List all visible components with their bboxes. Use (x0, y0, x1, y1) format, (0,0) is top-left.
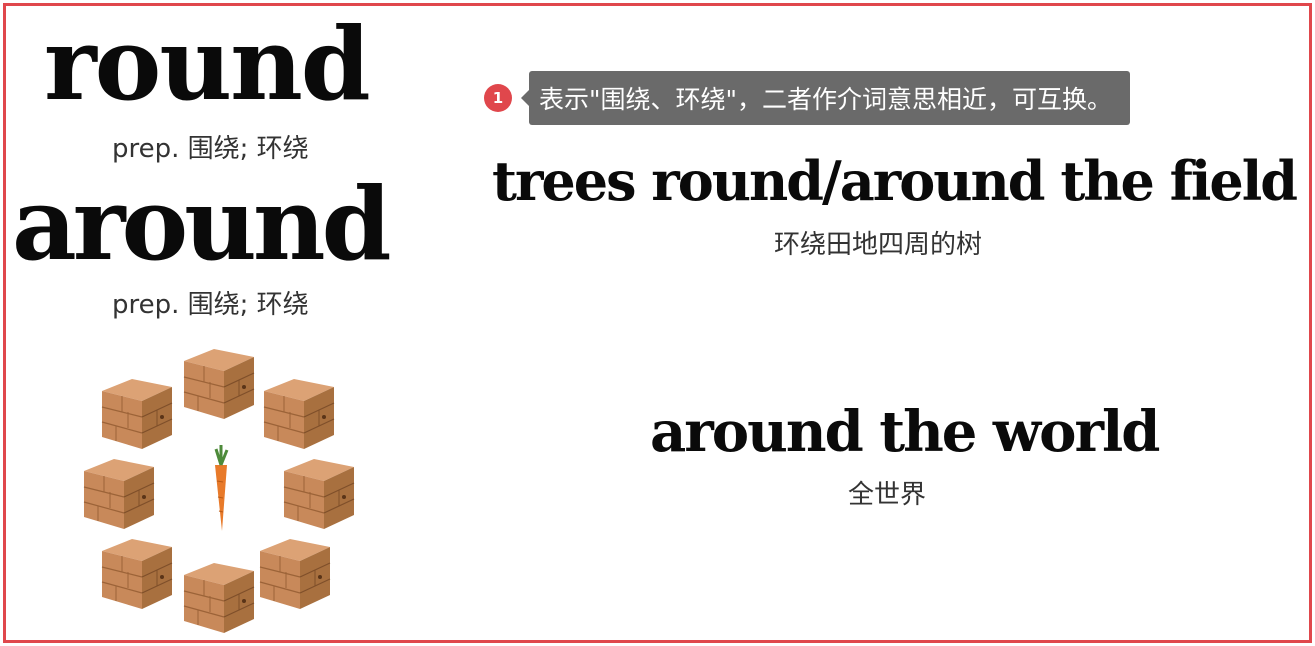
note-tooltip[interactable]: 1 表示"围绕、环绕"，二者作介词意思相近，可互换。 (484, 70, 1131, 126)
gloss-round: prep. 围绕; 环绕 (112, 134, 309, 164)
slide-frame: round prep. 围绕; 环绕 around prep. 围绕; 环绕 1… (3, 3, 1312, 643)
carrot-icon (214, 445, 229, 531)
example-phrase-1: trees round/around the field (492, 149, 1298, 213)
example-translation-2: 全世界 (848, 480, 927, 510)
word-round: round (44, 5, 371, 123)
word-around: around (12, 165, 392, 283)
gloss-around: prep. 围绕; 环绕 (112, 290, 309, 320)
blocks-around-carrot-icon (83, 348, 355, 634)
example-phrase-2: around the world (650, 399, 1160, 465)
note-badge[interactable]: 1 (484, 84, 512, 112)
note-text: 表示"围绕、环绕"，二者作介词意思相近，可互换。 (520, 71, 1131, 125)
example-translation-1: 环绕田地四周的树 (774, 230, 983, 260)
